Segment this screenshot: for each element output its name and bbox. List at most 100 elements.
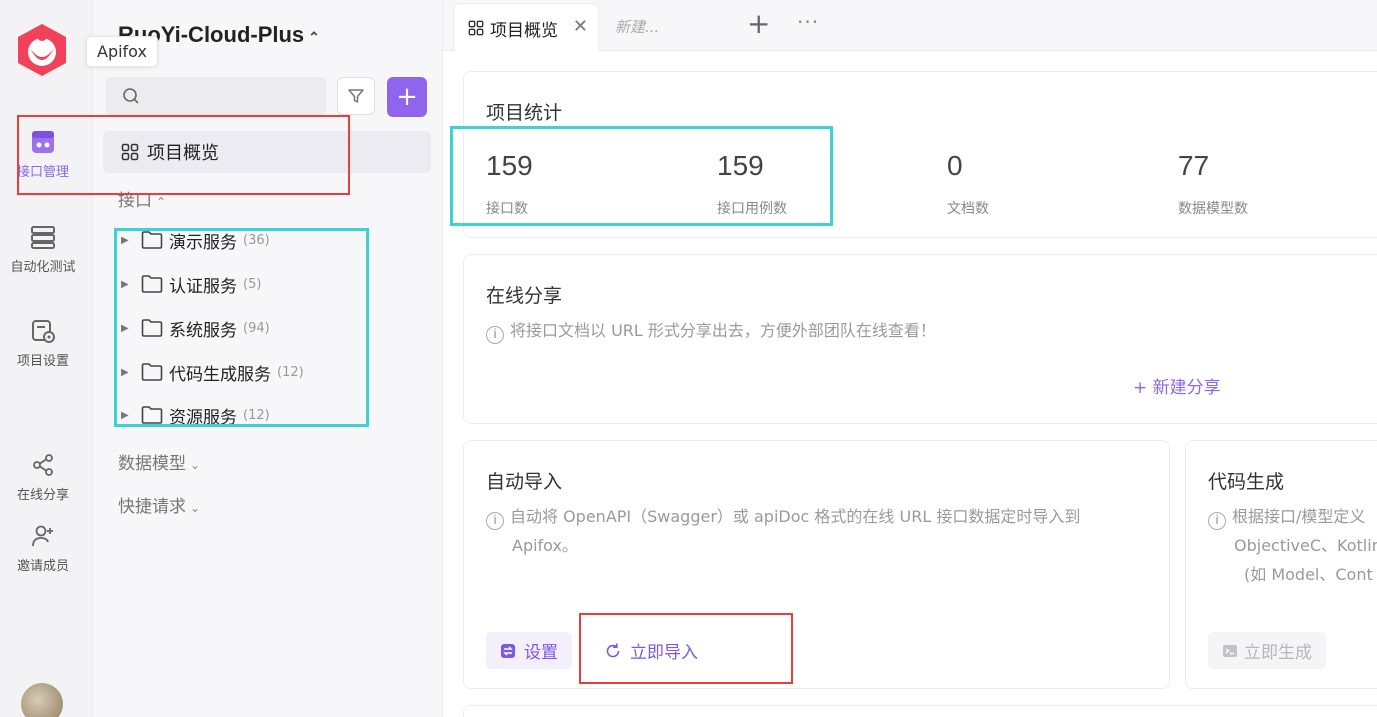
rail-item-label: 项目设置 [16, 354, 69, 369]
folder-name: 认证服务 [169, 276, 237, 297]
stat-label: 接口数 [486, 201, 528, 217]
folder-item[interactable]: ▶ 系统服务 (94) [121, 313, 270, 343]
user-avatar[interactable] [21, 683, 63, 717]
stat-value: 0 [947, 150, 963, 181]
rail-item-api-management[interactable]: 接口管理 [0, 129, 86, 180]
auto-import-desc-line1: 自动将 OpenAPI（Swagger）或 apiDoc 格式的在线 URL 接… [510, 507, 1081, 526]
tab-label: 项目概览 [490, 20, 558, 41]
tree-item-overview[interactable]: 项目概览 [103, 131, 431, 173]
rail-item-automation-test[interactable]: 自动化测试 [0, 224, 86, 275]
caret-right-icon[interactable]: ▶ [121, 367, 131, 378]
automation-test-icon [31, 226, 55, 249]
tree-item-label: 项目概览 [147, 143, 219, 164]
rail-item-label: 自动化测试 [10, 260, 76, 275]
stat-value: 159 [486, 150, 533, 181]
rail-item-invite-member[interactable]: 邀请成员 [0, 523, 86, 574]
main-content: 项目统计 159 接口数 159 接口用例数 0 文档数 77 数据模型数 在线… [443, 51, 1377, 717]
import-settings-button[interactable]: 设置 [486, 632, 572, 669]
tab-new[interactable]: 新建... [615, 16, 659, 37]
stats-title: 项目统计 [486, 102, 563, 124]
logo-tooltip: Apifox [86, 36, 158, 67]
invite-member-icon [32, 525, 53, 547]
refresh-icon [606, 643, 620, 657]
folder-count: (94) [243, 320, 270, 336]
stat-value: 77 [1178, 150, 1210, 181]
section-quick-requests[interactable]: 快捷请求 ⌄ [118, 492, 200, 517]
auto-import-card: 自动导入 i 自动将 OpenAPI（Swagger）或 apiDoc 格式的在线… [463, 440, 1170, 689]
rail-item-label: 接口管理 [16, 165, 69, 180]
rail-item-label: 邀请成员 [16, 559, 69, 574]
add-button[interactable]: + [387, 77, 427, 117]
generate-now-label: 立即生成 [1244, 643, 1312, 663]
tab-bar: 项目概览 ✕ 新建... + ··· [443, 0, 1377, 52]
stat-label: 数据模型数 [1178, 201, 1248, 217]
stat-label: 接口用例数 [717, 201, 787, 217]
grid-icon [468, 20, 484, 36]
folder-icon [141, 406, 163, 424]
auto-import-title: 自动导入 [486, 471, 563, 493]
settings-swap-icon [501, 643, 515, 658]
api-management-icon [32, 131, 54, 153]
generate-now-button[interactable]: 立即生成 [1208, 632, 1326, 669]
folder-count: (12) [243, 407, 270, 423]
filter-icon [348, 89, 364, 103]
caret-right-icon[interactable]: ▶ [121, 410, 131, 421]
apifox-logo-icon[interactable] [14, 22, 70, 78]
import-now-label: 立即导入 [630, 643, 698, 663]
folder-name: 演示服务 [169, 232, 237, 253]
folder-item[interactable]: ▶ 演示服务 (36) [121, 225, 270, 255]
caret-right-icon[interactable]: ▶ [121, 323, 131, 334]
section-data-models[interactable]: 数据模型 ⌄ [118, 449, 200, 474]
codegen-title: 代码生成 [1208, 471, 1285, 493]
section-api-label: 接口 [118, 191, 152, 211]
info-icon: i [1208, 512, 1226, 530]
filter-button[interactable] [337, 77, 375, 115]
folder-count: (5) [243, 276, 262, 292]
online-share-card: 在线分享 i 将接口文档以 URL 形式分享出去，方便外部团队在线查看！ + 新建… [463, 254, 1377, 424]
grid-icon [121, 143, 139, 161]
folder-item[interactable]: ▶ 资源服务 (12) [121, 400, 270, 430]
chevron-updown-icon: ⌃ [308, 29, 320, 45]
auto-import-desc-line2: Apifox。 [512, 536, 578, 555]
folder-icon [141, 275, 163, 293]
caret-right-icon[interactable]: ▶ [121, 235, 131, 246]
folder-icon [141, 319, 163, 337]
info-icon: i [486, 326, 504, 344]
project-tree-panel: RuoYi-Cloud-Plus ⌃ + 项目概览 接口 ⌃ ▶ 演示服务 (36) … [93, 0, 443, 717]
search-icon [123, 88, 139, 104]
share-desc-text: 将接口文档以 URL 形式分享出去，方便外部团队在线查看！ [510, 321, 936, 340]
section-quick-label: 快捷请求 [118, 497, 186, 517]
info-icon: i [486, 512, 504, 530]
folder-icon [141, 363, 163, 381]
rail-item-project-settings[interactable]: 项目设置 [0, 318, 86, 369]
folder-icon [141, 231, 163, 249]
chevron-down-icon: ⌄ [190, 458, 201, 472]
tree-search-input[interactable] [106, 77, 326, 115]
codegen-desc-line2: ObjectiveC、Kotlin [1234, 536, 1377, 555]
new-share-button[interactable]: + 新建分享 [1133, 373, 1221, 398]
folder-name: 资源服务 [169, 407, 237, 428]
next-card [463, 705, 1377, 717]
folder-item[interactable]: ▶ 代码生成服务 (12) [121, 357, 304, 387]
project-settings-icon [32, 320, 55, 343]
folder-name: 系统服务 [169, 320, 237, 341]
import-now-button[interactable]: 立即导入 [590, 632, 712, 669]
section-api[interactable]: 接口 ⌃ [118, 186, 166, 211]
more-icon[interactable]: ··· [797, 10, 819, 34]
rail-item-share[interactable]: 在线分享 [0, 452, 86, 503]
codegen-desc-line3: (如 Model、Cont [1244, 565, 1373, 584]
stats-card: 项目统计 159 接口数 159 接口用例数 0 文档数 77 数据模型数 [463, 71, 1377, 238]
folder-item[interactable]: ▶ 认证服务 (5) [121, 269, 261, 299]
chevron-down-icon: ⌄ [190, 501, 201, 515]
plus-icon: + [396, 82, 418, 112]
share-icon [33, 454, 53, 476]
close-icon[interactable]: ✕ [573, 16, 588, 37]
tab-overview[interactable]: 项目概览 ✕ [453, 3, 599, 52]
stat-label: 文档数 [947, 201, 989, 217]
caret-right-icon[interactable]: ▶ [121, 279, 131, 290]
new-tab-plus-icon[interactable]: + [747, 10, 770, 38]
left-icon-rail: Apifox 接口管理 自动化测试 项目设置 在线分享 邀请成员 [0, 0, 158, 717]
share-title: 在线分享 [486, 285, 563, 307]
folder-count: (12) [277, 364, 304, 380]
codegen-desc-line1: 根据接口/模型定义 [1232, 507, 1366, 526]
